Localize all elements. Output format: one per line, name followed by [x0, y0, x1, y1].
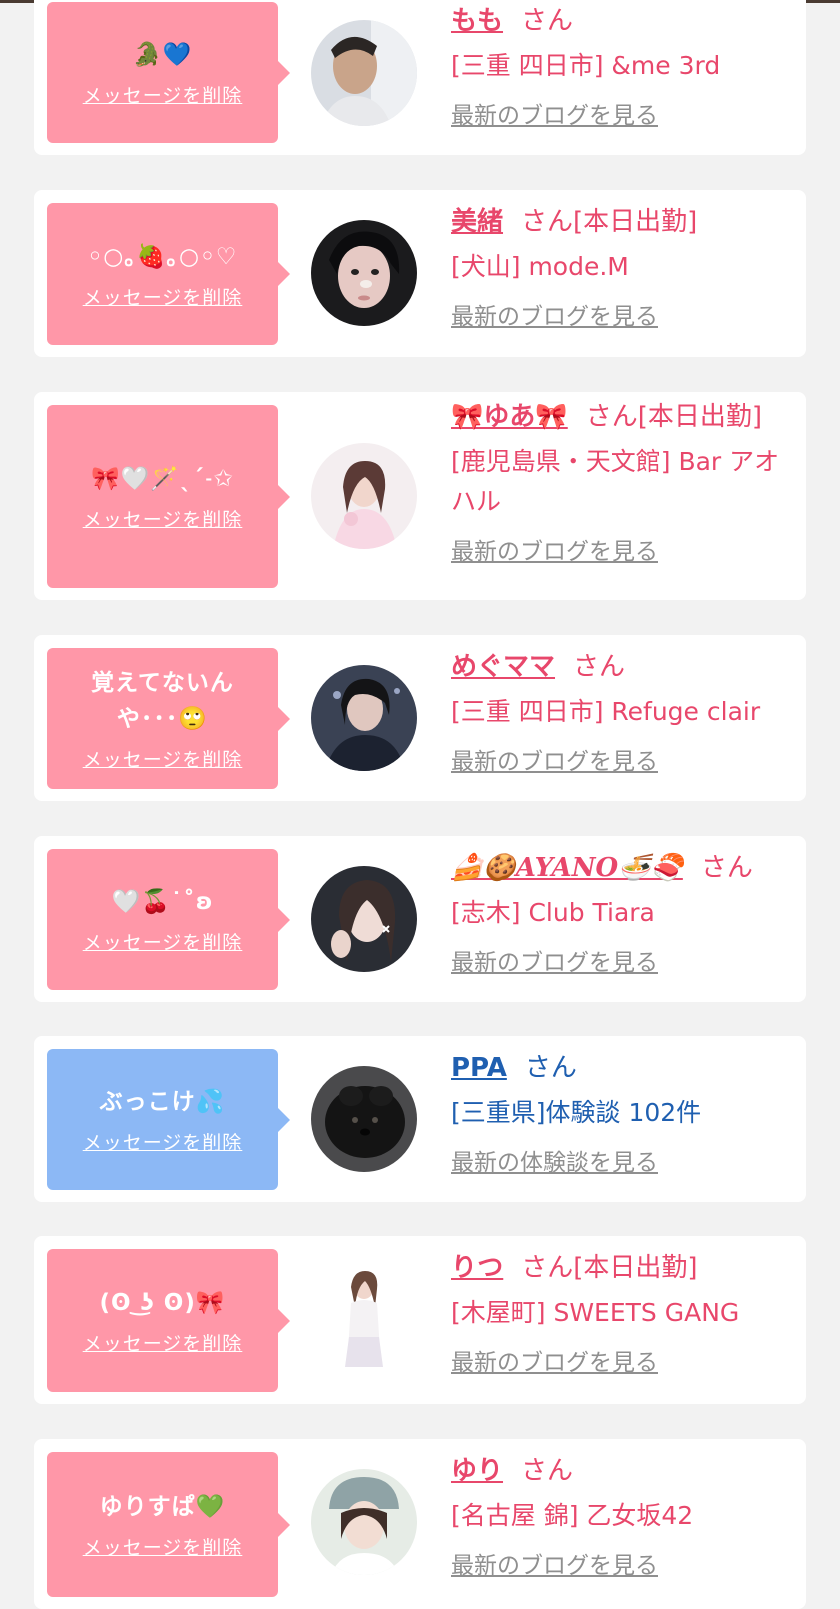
message-text: (ʘ ͜ʖ ʘ)🎀 — [99, 1290, 226, 1316]
latest-blog-link[interactable]: 最新のブログを見る — [451, 746, 658, 778]
shop-label: [木屋町] SWEETS GANG — [451, 1298, 740, 1327]
status-label: [本日出勤] — [637, 402, 763, 432]
message-text: ゆりすぱ💚 — [99, 1494, 226, 1520]
avatar[interactable] — [311, 443, 417, 549]
message-card: (ʘ ͜ʖ ʘ)🎀 メッセージを削除 りつ さん[本日出勤] [木屋町] SWEE… — [34, 1236, 806, 1404]
latest-review-link[interactable]: 最新の体験談を見る — [451, 1147, 658, 1179]
message-card: ぶっこけ💦 メッセージを削除 PPA さん [三重県]体験談 102件 最新の体験… — [34, 1036, 806, 1202]
cast-info: もも さん [三重 四日市] &me 3rd 最新のブログを見る — [451, 2, 796, 132]
cast-info: めぐママ さん [三重 四日市] Refuge clair 最新のブログを見る — [451, 648, 796, 778]
avatar[interactable] — [311, 1267, 417, 1373]
message-bubble: 🎀🤍🪄ˎˊ˗✩ メッセージを削除 — [47, 405, 290, 588]
cast-info: 🎀ゆあ🎀 さん[本日出勤] [鹿児島県・天文館] Bar アオハル 最新のブログを… — [451, 398, 796, 568]
message-bubble: 覚えてないんや･･･🙄 メッセージを削除 — [47, 648, 290, 789]
cast-name-link[interactable]: ゆり — [451, 1456, 503, 1486]
name-line: めぐママ さん — [451, 648, 796, 686]
cast-name-link[interactable]: りつ — [451, 1253, 503, 1283]
message-card: 🎀🤍🪄ˎˊ˗✩ メッセージを削除 🎀ゆあ🎀 さん[本日出勤] [鹿児島県・天文館]… — [34, 392, 806, 600]
latest-blog-link[interactable]: 最新のブログを見る — [451, 1550, 658, 1582]
shop-label: [三重 四日市] Refuge clair — [451, 697, 761, 726]
avatar[interactable] — [311, 665, 417, 771]
honorific: さん — [585, 402, 638, 432]
cast-name-link[interactable]: 美緒 — [451, 207, 503, 237]
cast-info: 美緒 さん[本日出勤] [犬山] mode.M 最新のブログを見る — [451, 203, 796, 333]
message-bubble: 🐊💙 メッセージを削除 — [47, 2, 290, 143]
name-line: 🎀ゆあ🎀 さん[本日出勤] — [451, 398, 796, 436]
honorific: さん — [521, 1456, 574, 1486]
latest-blog-link[interactable]: 最新のブログを見る — [451, 1347, 658, 1379]
shop-label: [志木] Club Tiara — [451, 898, 655, 927]
message-bubble: ゆりすぱ💚 メッセージを削除 — [47, 1452, 290, 1597]
honorific: さん — [521, 1253, 574, 1283]
delete-message-link[interactable]: メッセージを削除 — [83, 1533, 243, 1560]
cast-info: 🍰🍪AYANO🍜🍣 さん [志木] Club Tiara 最新のブログを見る — [451, 849, 796, 979]
name-line: 美緒 さん[本日出勤] — [451, 203, 796, 241]
cast-info: りつ さん[本日出勤] [木屋町] SWEETS GANG 最新のブログを見る — [451, 1249, 796, 1379]
delete-message-link[interactable]: メッセージを削除 — [83, 1128, 243, 1155]
message-text: 覚えてないんや･･･🙄 — [91, 670, 234, 732]
avatar[interactable] — [311, 20, 417, 126]
shop-label: [三重 四日市] &me 3rd — [451, 51, 721, 80]
message-card: 覚えてないんや･･･🙄 メッセージを削除 めぐママ さん [三重 四日市] Ref… — [34, 635, 806, 801]
message-card: ゆりすぱ💚 メッセージを削除 ゆり さん [名古屋 錦] 乙女坂42 最新のブログ… — [34, 1439, 806, 1609]
honorific: さん — [521, 207, 574, 237]
shop-label: [三重県]体験談 102件 — [451, 1098, 702, 1127]
status-label: [本日出勤] — [573, 1253, 698, 1283]
delete-message-link[interactable]: メッセージを削除 — [83, 283, 243, 310]
cast-name-link[interactable]: もも — [451, 6, 503, 36]
status-label: [本日出勤] — [573, 207, 698, 237]
message-card: 🐊💙 メッセージを削除 もも さん [三重 四日市] &me 3rd 最新のブログ… — [34, 0, 806, 155]
name-line: 🍰🍪AYANO🍜🍣 さん — [451, 849, 796, 887]
cast-name-link[interactable]: めぐママ — [451, 652, 555, 682]
avatar[interactable] — [311, 866, 417, 972]
avatar[interactable] — [311, 1469, 417, 1575]
latest-blog-link[interactable]: 最新のブログを見る — [451, 947, 658, 979]
message-bubble: (ʘ ͜ʖ ʘ)🎀 メッセージを削除 — [47, 1249, 290, 1392]
name-line: ゆり さん — [451, 1452, 796, 1490]
message-card: 🤍🍒˙˚ʚ メッセージを削除 🍰🍪AYANO🍜🍣 さん [志木] Club Tia… — [34, 836, 806, 1002]
latest-blog-link[interactable]: 最新のブログを見る — [451, 301, 658, 333]
shop-label: [鹿児島県・天文館] Bar アオハル — [451, 447, 780, 516]
message-text: 🤍🍒˙˚ʚ — [111, 889, 214, 915]
cast-info: PPA さん [三重県]体験談 102件 最新の体験談を見る — [451, 1049, 796, 1179]
name-line: りつ さん[本日出勤] — [451, 1249, 796, 1287]
name-line: もも さん — [451, 2, 796, 40]
shop-label: [犬山] mode.M — [451, 252, 629, 281]
cast-name-link[interactable]: 🍰🍪AYANO🍜🍣 — [451, 853, 683, 883]
message-text: ぶっこけ💦 — [99, 1089, 226, 1115]
avatar[interactable] — [311, 220, 417, 326]
delete-message-link[interactable]: メッセージを削除 — [83, 505, 243, 532]
message-bubble: ぶっこけ💦 メッセージを削除 — [47, 1049, 290, 1190]
latest-blog-link[interactable]: 最新のブログを見る — [451, 536, 658, 568]
delete-message-link[interactable]: メッセージを削除 — [83, 81, 243, 108]
name-line: PPA さん — [451, 1049, 796, 1087]
message-text: 🎀🤍🪄ˎˊ˗✩ — [91, 466, 234, 492]
delete-message-link[interactable]: メッセージを削除 — [83, 928, 243, 955]
honorific: さん — [524, 1053, 577, 1083]
honorific: さん — [700, 853, 753, 883]
honorific: さん — [573, 652, 626, 682]
delete-message-link[interactable]: メッセージを削除 — [83, 1329, 243, 1356]
cast-name-link[interactable]: 🎀ゆあ🎀 — [451, 402, 568, 432]
message-bubble: 🤍🍒˙˚ʚ メッセージを削除 — [47, 849, 290, 990]
delete-message-link[interactable]: メッセージを削除 — [83, 745, 243, 772]
honorific: さん — [521, 6, 574, 36]
avatar[interactable] — [311, 1066, 417, 1172]
message-text: ◦○｡🍓｡○◦♡ — [87, 243, 238, 270]
message-card: ◦○｡🍓｡○◦♡ メッセージを削除 美緒 さん[本日出勤] [犬山] mode.M… — [34, 190, 806, 357]
message-text: 🐊💙 — [132, 42, 193, 68]
cast-info: ゆり さん [名古屋 錦] 乙女坂42 最新のブログを見る — [451, 1452, 796, 1582]
shop-label: [名古屋 錦] 乙女坂42 — [451, 1501, 694, 1530]
message-bubble: ◦○｡🍓｡○◦♡ メッセージを削除 — [47, 203, 290, 345]
cast-name-link[interactable]: PPA — [451, 1053, 507, 1083]
latest-blog-link[interactable]: 最新のブログを見る — [451, 100, 658, 132]
